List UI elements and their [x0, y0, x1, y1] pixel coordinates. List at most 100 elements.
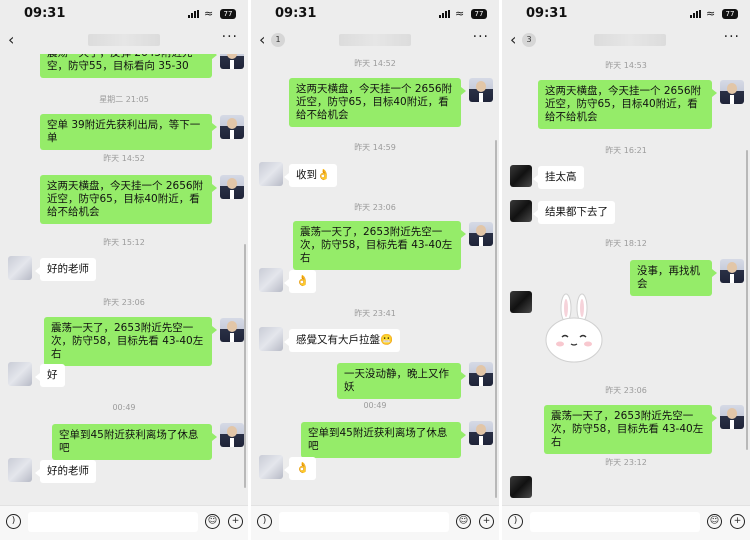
message-bubble[interactable]: 震荡一天了，2653附近先空一次，防守58，目标先看 43-40左右: [293, 221, 466, 270]
timestamp: 昨天 15:12: [103, 238, 145, 247]
message-list[interactable]: 昨天 14:53 这两天横盘，今天挂一个 2656附近空，防守65，目标40附近…: [502, 54, 750, 506]
emoji-icon[interactable]: ☺: [707, 514, 722, 529]
sender-avatar[interactable]: [220, 54, 244, 69]
status-time: 09:31: [526, 6, 568, 21]
timestamp: 昨天 23:06: [605, 386, 647, 395]
unread-count-badge[interactable]: 1: [271, 33, 285, 47]
message-bubble[interactable]: 好: [35, 364, 65, 387]
message-bubble[interactable]: 收到👌: [283, 164, 338, 187]
contact-avatar[interactable]: [8, 458, 32, 482]
more-options-icon[interactable]: ···: [222, 29, 238, 45]
sender-avatar[interactable]: [469, 78, 493, 102]
timestamp: 昨天 14:52: [103, 154, 145, 163]
message-bubble[interactable]: 挂太高: [533, 166, 584, 189]
message-bubble[interactable]: 空单到45附近获利离场了休息吧: [52, 424, 217, 460]
battery-icon: 77: [722, 9, 738, 19]
message-bubble[interactable]: 这两天横盘，今天挂一个 2656附近空，防守65，目标40附近，看给不给机会: [538, 80, 717, 129]
input-bar: ) ☺ +: [0, 505, 248, 540]
battery-icon: 77: [471, 9, 487, 19]
message-bubble[interactable]: 空单到45附近获利离场了休息吧: [301, 422, 466, 458]
scrollbar[interactable]: [746, 150, 748, 450]
chat-panel-2: 09:31 ≈ 77 ‹ 1 ··· 昨天 14:52 这两天横盘，今天挂一个 …: [251, 0, 499, 540]
message-bubble[interactable]: 震荡一天了，反弹 2645附近先空，防守55，目标看向 35-30: [40, 54, 217, 78]
message-input[interactable]: [28, 512, 198, 532]
sender-avatar[interactable]: [220, 175, 244, 199]
chat-header: ‹ 1 ···: [251, 28, 499, 54]
sender-avatar[interactable]: [469, 362, 493, 386]
contact-avatar[interactable]: [259, 162, 283, 186]
chat-panel-3: 09:31 ≈ 77 ‹ 3 ··· 昨天 14:53 这两天横盘，今天挂一个 …: [502, 0, 750, 540]
back-icon[interactable]: ‹: [510, 30, 516, 49]
message-bubble[interactable]: 👌: [283, 270, 317, 293]
back-icon[interactable]: ‹: [259, 30, 265, 49]
chat-header: ‹ 3 ···: [502, 28, 750, 54]
chat-title-redacted: [594, 34, 666, 46]
chat-title-redacted: [339, 34, 411, 46]
timestamp: 昨天 23:06: [354, 203, 396, 212]
message-list[interactable]: 震荡一天了，反弹 2645附近先空，防守55，目标看向 35-30 星期二 21…: [0, 54, 248, 506]
contact-avatar[interactable]: [259, 327, 283, 351]
contact-avatar[interactable]: [8, 256, 32, 280]
more-options-icon[interactable]: ···: [724, 29, 740, 45]
status-bar: 09:31 ≈ 77: [502, 0, 750, 28]
contact-avatar[interactable]: [510, 476, 532, 498]
sender-avatar[interactable]: [469, 421, 493, 445]
message-bubble[interactable]: 好的老师: [35, 460, 96, 483]
timestamp: 00:49: [112, 403, 136, 412]
message-bubble[interactable]: 震荡一天了，2653附近先空一次，防守58，目标先看 43-40左右: [44, 317, 217, 366]
message-bubble[interactable]: 结果都下去了: [533, 201, 615, 224]
status-time: 09:31: [24, 6, 66, 21]
contact-avatar[interactable]: [510, 165, 532, 187]
message-bubble[interactable]: 震荡一天了，2653附近先空一次，防守58，目标先看 43-40左右: [544, 405, 717, 454]
voice-input-icon[interactable]: ): [508, 514, 523, 529]
chat-header: ‹ ···: [0, 28, 248, 54]
sender-avatar[interactable]: [220, 423, 244, 447]
signal-icon: [690, 10, 702, 18]
sender-avatar[interactable]: [220, 318, 244, 342]
add-icon[interactable]: +: [228, 514, 243, 529]
contact-avatar[interactable]: [510, 200, 532, 222]
sender-avatar[interactable]: [720, 259, 744, 283]
timestamp: 星期二 21:05: [99, 95, 149, 104]
message-bubble[interactable]: 空单 39附近先获利出局，等下一单: [40, 114, 217, 150]
wifi-icon: ≈: [706, 7, 716, 20]
battery-icon: 77: [220, 9, 236, 19]
voice-input-icon[interactable]: ): [6, 514, 21, 529]
message-bubble[interactable]: 一天没动静，晚上又作妖: [337, 363, 466, 399]
sender-avatar[interactable]: [220, 115, 244, 139]
message-list[interactable]: 昨天 14:52 这两天横盘，今天挂一个 2656附近空，防守65，目标40附近…: [251, 54, 499, 506]
wifi-icon: ≈: [455, 7, 465, 20]
timestamp: 昨天 16:21: [605, 146, 647, 155]
message-bubble[interactable]: 好的老师: [35, 258, 96, 281]
contact-avatar[interactable]: [259, 455, 283, 479]
contact-avatar[interactable]: [510, 291, 532, 313]
timestamp: 00:49: [363, 401, 387, 410]
message-input[interactable]: [279, 512, 449, 532]
sender-avatar[interactable]: [720, 80, 744, 104]
message-bubble[interactable]: 没事，再找机会: [630, 260, 717, 296]
add-icon[interactable]: +: [479, 514, 494, 529]
scrollbar[interactable]: [495, 140, 497, 498]
emoji-icon[interactable]: ☺: [456, 514, 471, 529]
sender-avatar[interactable]: [469, 222, 493, 246]
back-icon[interactable]: ‹: [8, 30, 14, 49]
message-bubble[interactable]: 👌: [283, 457, 317, 480]
more-options-icon[interactable]: ···: [473, 29, 489, 45]
signal-icon: [439, 10, 451, 18]
input-bar: ) ☺ +: [502, 505, 750, 540]
message-input[interactable]: [530, 512, 700, 532]
timestamp: 昨天 23:12: [605, 458, 647, 467]
timestamp: 昨天 18:12: [605, 239, 647, 248]
message-bubble[interactable]: 感覺又有大戶拉盤😬: [283, 329, 401, 352]
bunny-sticker-icon[interactable]: [542, 292, 606, 364]
message-bubble[interactable]: 这两天横盘，今天挂一个 2656附近空，防守65，目标40附近，看给不给机会: [40, 175, 217, 224]
unread-count-badge[interactable]: 3: [522, 33, 536, 47]
add-icon[interactable]: +: [730, 514, 745, 529]
emoji-icon[interactable]: ☺: [205, 514, 220, 529]
message-bubble[interactable]: 这两天横盘，今天挂一个 2656附近空，防守65，目标40附近，看给不给机会: [289, 78, 466, 127]
scrollbar[interactable]: [244, 244, 246, 488]
contact-avatar[interactable]: [259, 268, 283, 292]
sender-avatar[interactable]: [720, 405, 744, 429]
voice-input-icon[interactable]: ): [257, 514, 272, 529]
contact-avatar[interactable]: [8, 362, 32, 386]
